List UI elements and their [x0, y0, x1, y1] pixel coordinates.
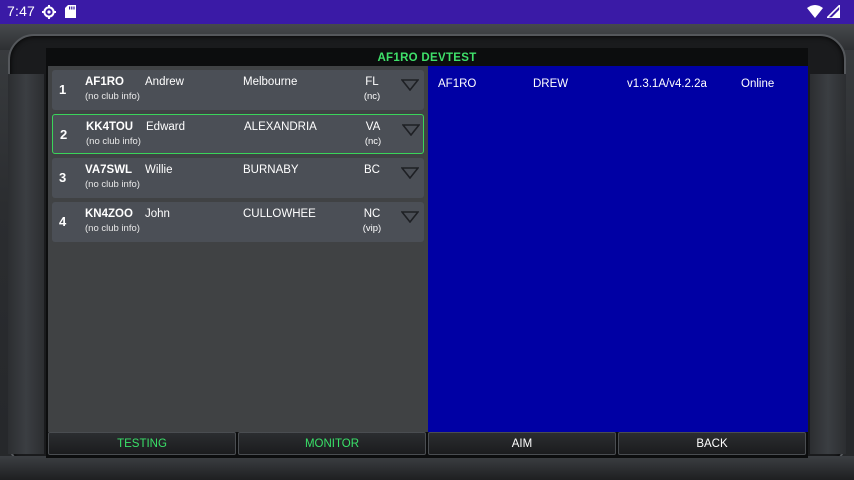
sd-card-icon [65, 5, 76, 23]
cell-signal-icon [825, 3, 841, 23]
row-name: Andrew [145, 76, 184, 88]
monitor-button[interactable]: MONITOR [238, 432, 426, 455]
row-callsign: KN4ZOO [85, 208, 133, 220]
row-name: Willie [145, 164, 173, 176]
row-callsign: AF1RO [85, 76, 124, 88]
app-screen: AF1RO DEVTEST 1 AF1RO (no club info) Andrew… [46, 48, 808, 458]
row-state: NC [363, 208, 381, 220]
row-name: Edward [146, 121, 185, 133]
bezel-side-left [8, 74, 44, 454]
row-city: CULLOWHEE [243, 208, 316, 220]
row-city: BURNABY [243, 164, 299, 176]
app-title: AF1RO DEVTEST [377, 52, 477, 64]
row-state: VA [365, 121, 381, 133]
row-callsign: KK4TOU [86, 121, 134, 133]
row-index: 4 [59, 214, 67, 229]
row-name: John [145, 208, 170, 220]
row-city: Melbourne [243, 76, 298, 88]
row-state: BC [364, 164, 380, 176]
row-index: 3 [59, 170, 67, 185]
station-row[interactable]: 3 VA7SWL (no club info) Willie BURNABY BC [52, 158, 424, 198]
row-index: 1 [59, 82, 67, 97]
status-time: 7:47 [7, 3, 36, 19]
row-index: 2 [60, 127, 68, 142]
status-bar: 7:47 [0, 0, 854, 24]
wifi-icon [807, 5, 823, 23]
station-list[interactable]: 1 AF1RO (no club info) Andrew Melbourne FL (nc… [48, 66, 428, 432]
bezel-side-right [810, 74, 846, 454]
chevron-down-icon[interactable] [400, 210, 420, 224]
chevron-down-icon[interactable] [400, 166, 420, 180]
station-detail-panel: AF1RO DREW v1.3.1A/v4.2.2a Online [428, 66, 808, 432]
button-bar: TESTING MONITOR AIM BACK [48, 432, 808, 456]
aim-button[interactable]: AIM [428, 432, 616, 455]
back-button[interactable]: BACK [618, 432, 806, 455]
chevron-down-icon[interactable] [401, 123, 421, 137]
row-city: ALEXANDRIA [244, 121, 317, 133]
row-club-info: (no club info) [85, 179, 140, 190]
station-row[interactable]: 4 KN4ZOO (no club info) John CULLOWHEE NC (vip… [52, 202, 424, 242]
row-tag: (nc) [363, 91, 381, 102]
row-club-info: (no club info) [86, 136, 141, 147]
settings-gear-icon [42, 5, 56, 24]
row-club-info: (no club info) [85, 223, 140, 234]
station-row[interactable]: 1 AF1RO (no club info) Andrew Melbourne FL (nc… [52, 70, 424, 110]
chevron-down-icon[interactable] [400, 78, 420, 92]
row-tag: (vip) [362, 223, 382, 234]
bezel-bottom [0, 456, 854, 480]
row-state: FL [365, 76, 379, 88]
detail-status: Online [741, 78, 775, 90]
detail-callsign: AF1RO [438, 78, 477, 90]
testing-button[interactable]: TESTING [48, 432, 236, 455]
row-club-info: (no club info) [85, 91, 140, 102]
detail-name: DREW [533, 78, 569, 90]
station-row[interactable]: 2 KK4TOU (no club info) Edward ALEXANDRIA VA (… [52, 114, 424, 154]
row-callsign: VA7SWL [85, 164, 133, 176]
detail-version: v1.3.1A/v4.2.2a [627, 78, 707, 90]
row-tag: (nc) [364, 136, 382, 147]
